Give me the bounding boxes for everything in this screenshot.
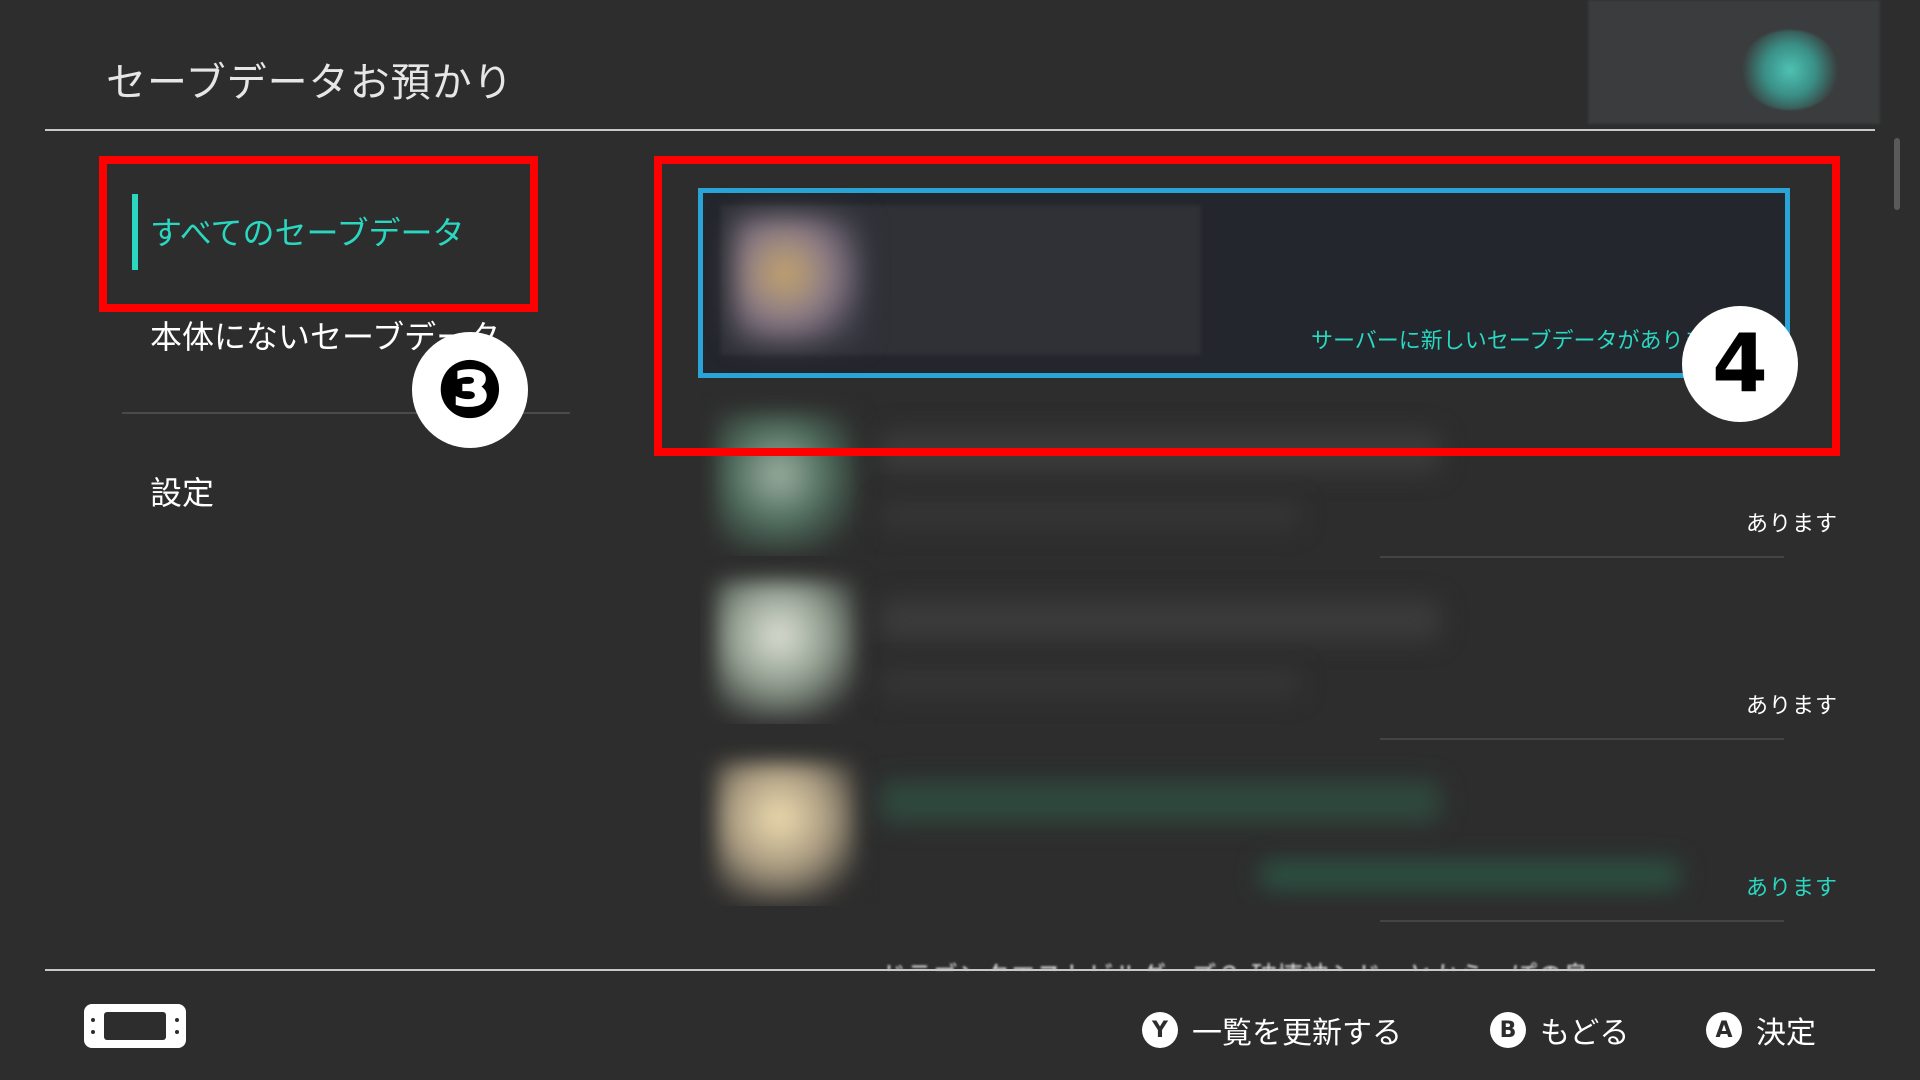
item-status: あります (1745, 694, 1838, 719)
row-divider (1380, 556, 1784, 558)
row-divider (1380, 738, 1784, 740)
game-icon (716, 580, 856, 720)
annotation-box-4 (654, 156, 1840, 456)
b-button-icon: B (1490, 1012, 1526, 1048)
footer-divider (45, 969, 1875, 971)
header-divider (45, 129, 1875, 131)
a-button-icon: A (1706, 1012, 1742, 1048)
avatar-icon (1740, 30, 1840, 110)
back-label: もどる (1540, 1016, 1630, 1051)
back-button[interactable]: B もどる (1490, 1010, 1630, 1051)
save-data-item[interactable] (700, 560, 1784, 724)
annotation-number-3: ❸ (412, 332, 528, 448)
blurred-title (880, 600, 1440, 640)
y-button-icon: Y (1142, 1012, 1178, 1048)
item-status: あります (1745, 876, 1838, 901)
sidebar-item-settings[interactable]: 設定 (150, 468, 214, 514)
row-divider (1380, 920, 1784, 922)
blurred-subtitle (880, 502, 1300, 528)
blurred-subtitle (880, 670, 1300, 696)
blurred-title (880, 782, 1440, 822)
refresh-list-label: 一覧を更新する (1192, 1016, 1402, 1051)
blurred-subtitle (1260, 862, 1680, 888)
partial-item-title: ドラゴンクエストビルダーズ２ 破壊神シドーとからっぽの島 (880, 956, 1740, 970)
annotation-box-3 (99, 156, 538, 312)
page-title: セーブデータお預かり (106, 60, 514, 106)
console-icon (84, 1004, 186, 1048)
save-data-item[interactable] (700, 742, 1784, 906)
refresh-list-button[interactable]: Y 一覧を更新する (1142, 1010, 1402, 1051)
user-avatar[interactable] (1588, 0, 1880, 124)
scrollbar[interactable] (1894, 138, 1900, 210)
item-status: あります (1745, 512, 1838, 537)
game-icon (716, 762, 856, 902)
confirm-button[interactable]: A 決定 (1706, 1010, 1816, 1051)
annotation-number-4: 4 (1682, 306, 1798, 422)
confirm-label: 決定 (1756, 1016, 1816, 1051)
